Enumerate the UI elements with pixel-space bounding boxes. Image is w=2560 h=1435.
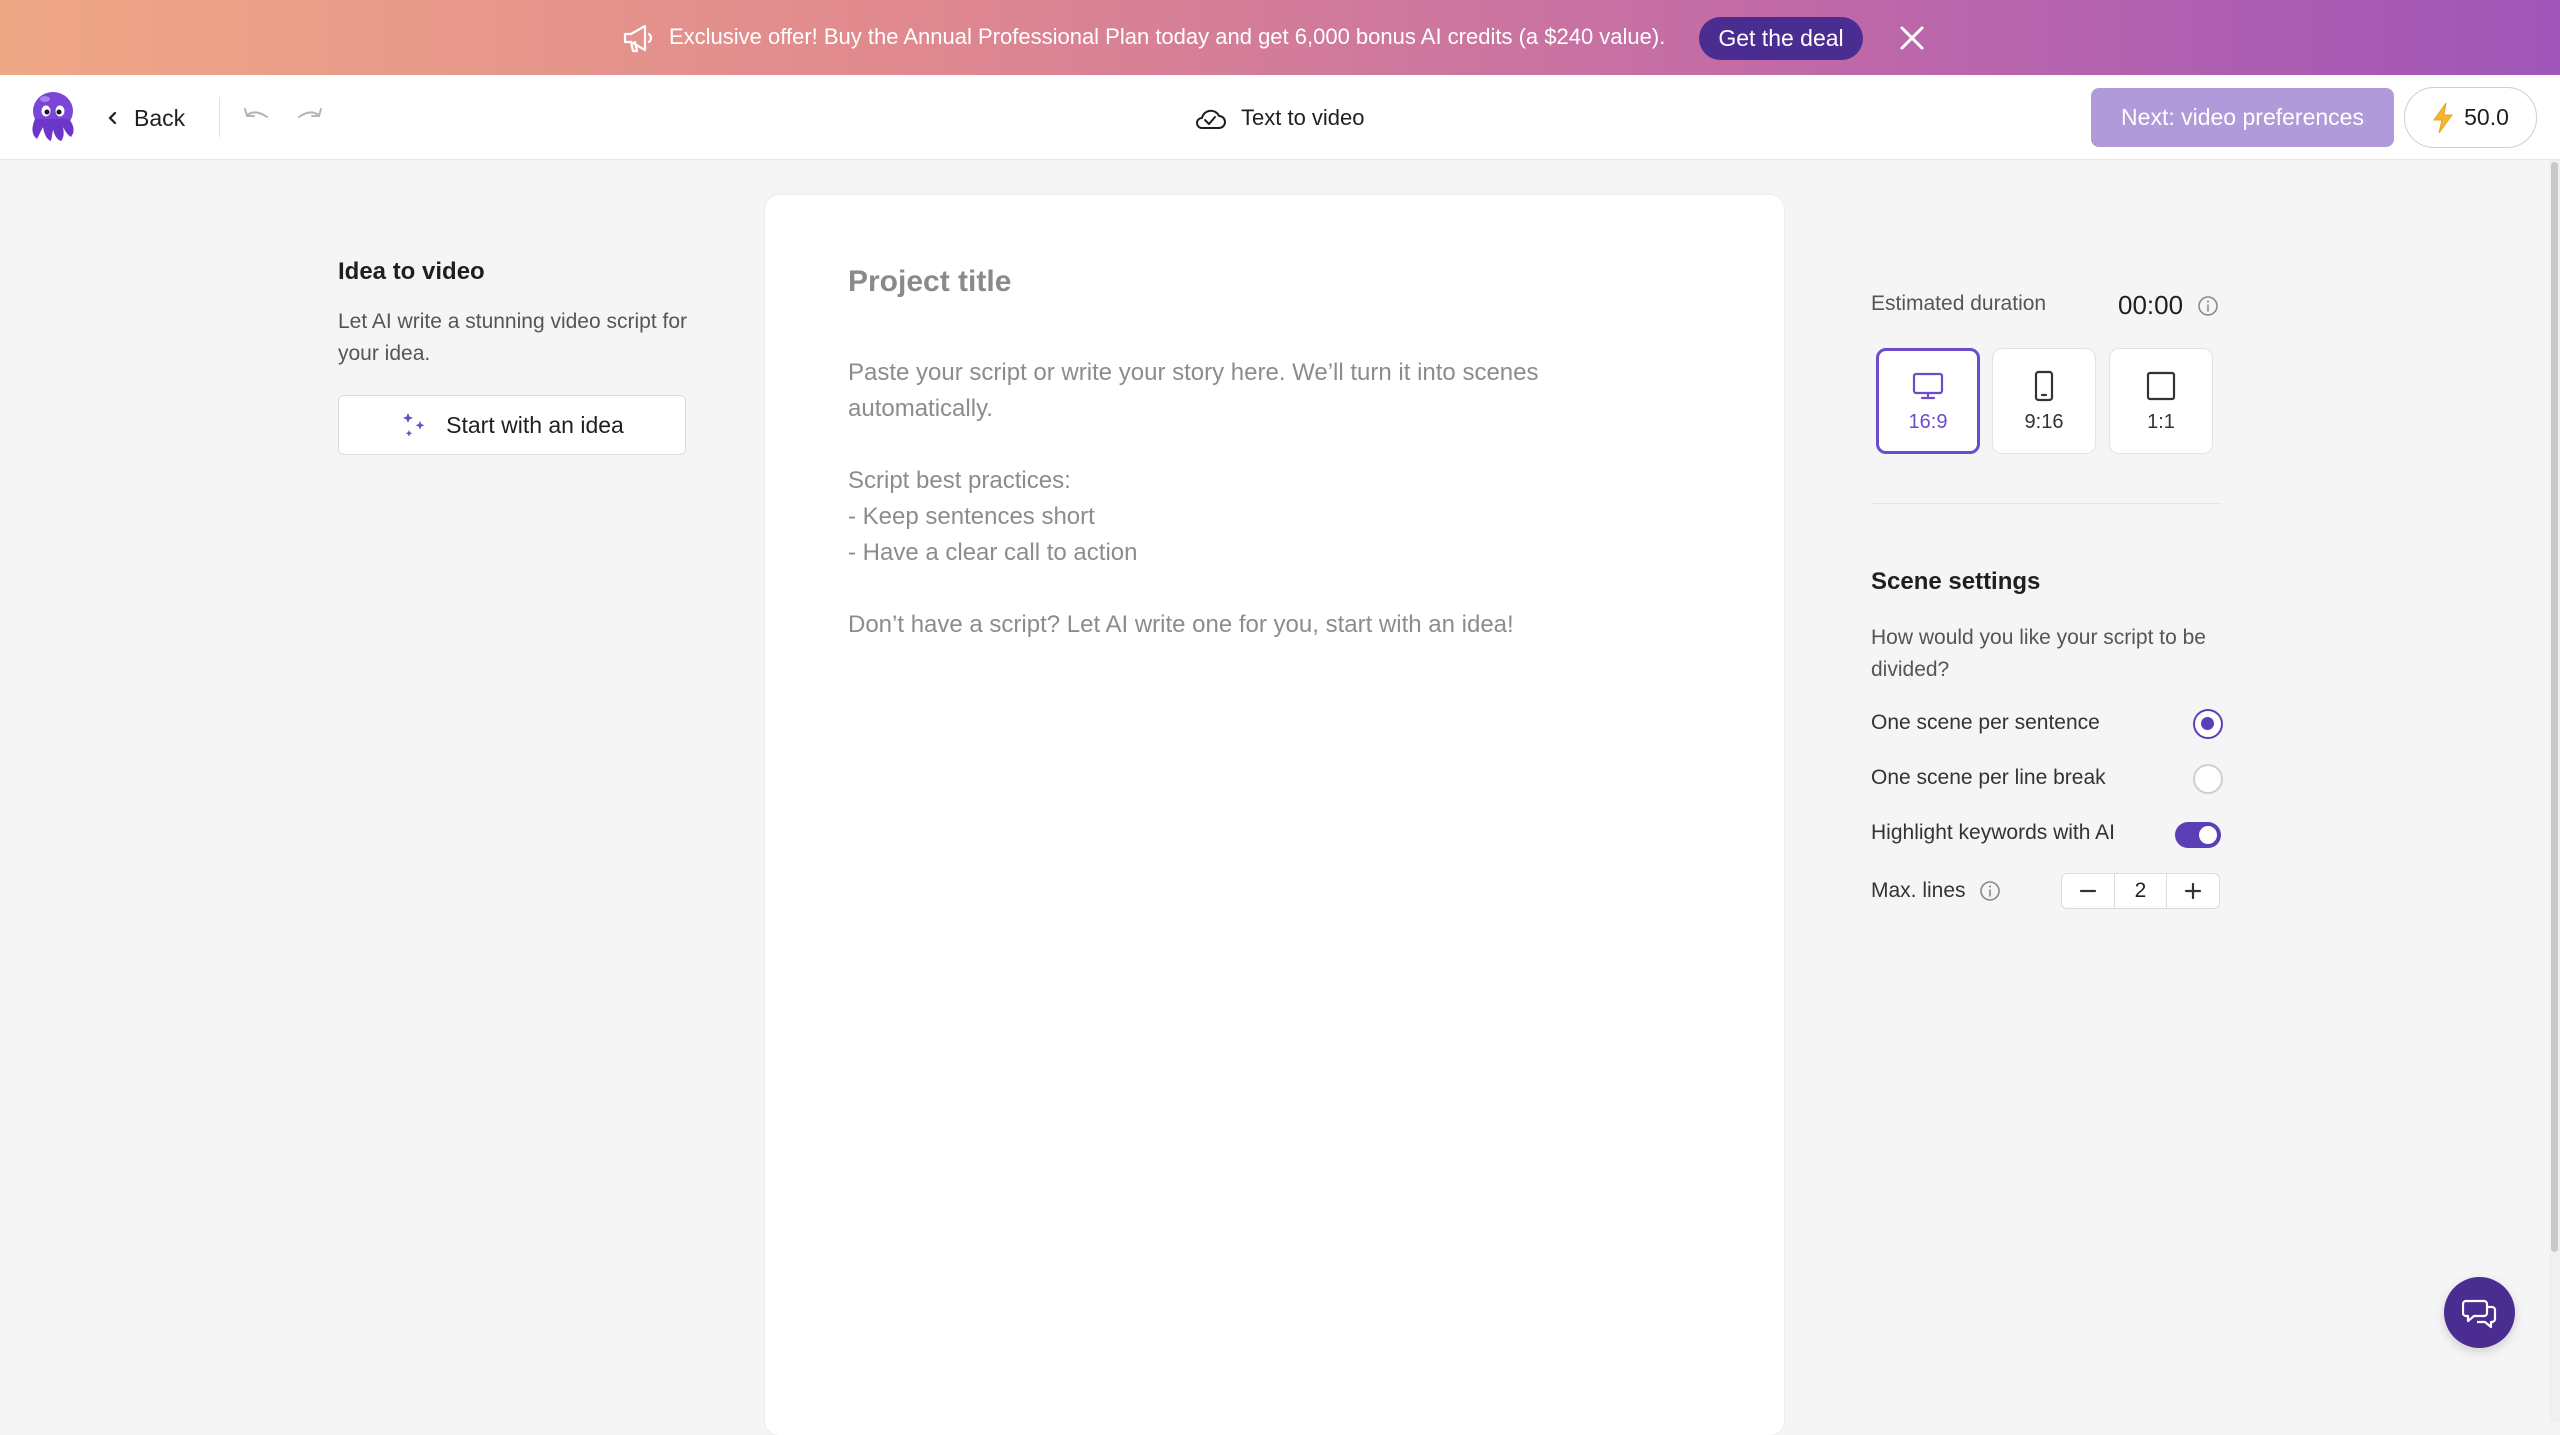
aspect-ratio-label: 1:1 bbox=[2147, 410, 2175, 433]
section-divider bbox=[1871, 503, 2221, 504]
next-video-preferences-button[interactable]: Next: video preferences bbox=[2091, 88, 2394, 147]
script-editor: Project title Paste your script or write… bbox=[765, 195, 1784, 1435]
credits-value: 50.0 bbox=[2464, 104, 2509, 130]
plus-icon bbox=[2184, 882, 2202, 900]
max-lines-stepper: 2 bbox=[2061, 873, 2220, 909]
highlight-keywords-toggle[interactable] bbox=[2175, 822, 2221, 848]
cloud-check-icon bbox=[1196, 109, 1226, 129]
get-deal-button[interactable]: Get the deal bbox=[1699, 17, 1863, 60]
info-icon[interactable] bbox=[1979, 880, 2001, 902]
estimated-duration-value: 00:00 bbox=[2118, 290, 2184, 320]
chevron-left-icon bbox=[108, 111, 117, 125]
max-lines-label: Max. lines bbox=[1871, 879, 1966, 902]
increment-button[interactable] bbox=[2167, 874, 2219, 908]
info-icon[interactable] bbox=[2197, 295, 2219, 317]
highlight-keywords-label: Highlight keywords with AI bbox=[1871, 821, 2115, 844]
idea-to-video-title: Idea to video bbox=[338, 258, 485, 285]
monitor-icon bbox=[1912, 372, 1944, 399]
scrollbar-thumb[interactable] bbox=[2551, 162, 2558, 1252]
megaphone-icon bbox=[623, 24, 653, 53]
lightning-icon bbox=[2433, 102, 2454, 133]
back-button[interactable]: Back bbox=[106, 99, 185, 137]
option-scene-per-sentence-radio[interactable] bbox=[2193, 709, 2223, 739]
estimated-duration-label: Estimated duration bbox=[1871, 292, 2047, 315]
back-label: Back bbox=[134, 104, 186, 131]
chat-support-button[interactable] bbox=[2444, 1277, 2515, 1348]
page-title: Text to video bbox=[1193, 101, 1365, 135]
aspect-ratio-label: 9:16 bbox=[2024, 410, 2064, 433]
top-bar: Back Text to video Next: video preferenc… bbox=[0, 75, 2560, 160]
redo-icon[interactable] bbox=[295, 105, 325, 129]
aspect-ratio-16-9[interactable]: 16:9 bbox=[1876, 348, 1980, 454]
start-with-idea-label: Start with an idea bbox=[446, 411, 624, 438]
idea-to-video-description: Let AI write a stunning video script for… bbox=[338, 310, 688, 365]
promo-text: Exclusive offer! Buy the Annual Professi… bbox=[669, 24, 1666, 49]
aspect-ratio-1-1[interactable]: 1:1 bbox=[2109, 348, 2213, 454]
scene-settings-question: How would you like your script to be div… bbox=[1871, 626, 2206, 681]
start-with-idea-button[interactable]: Start with an idea bbox=[338, 395, 686, 455]
option-scene-per-sentence-label: One scene per sentence bbox=[1871, 711, 2100, 734]
chat-bubbles-icon bbox=[2461, 1299, 2496, 1328]
minus-icon bbox=[2079, 889, 2097, 893]
page-title-text: Text to video bbox=[1241, 105, 1365, 130]
undo-icon[interactable] bbox=[241, 105, 271, 129]
max-lines-value[interactable]: 2 bbox=[2114, 874, 2167, 908]
aspect-ratio-9-16[interactable]: 9:16 bbox=[1992, 348, 2096, 454]
phone-icon bbox=[2034, 370, 2054, 401]
promo-banner: Exclusive offer! Buy the Annual Professi… bbox=[0, 0, 2560, 75]
square-icon bbox=[2146, 371, 2176, 400]
credits-badge[interactable]: 50.0 bbox=[2404, 87, 2537, 148]
option-scene-per-linebreak-label: One scene per line break bbox=[1871, 766, 2106, 789]
project-title-input[interactable]: Project title bbox=[848, 265, 1011, 299]
script-textarea[interactable]: Paste your script or write your story he… bbox=[848, 355, 1648, 643]
aspect-ratio-label: 16:9 bbox=[1908, 410, 1948, 433]
decrement-button[interactable] bbox=[2062, 874, 2114, 908]
option-scene-per-linebreak-radio[interactable] bbox=[2193, 764, 2223, 794]
scene-settings-title: Scene settings bbox=[1871, 568, 2041, 595]
close-icon[interactable] bbox=[1898, 24, 1926, 52]
toolbar-divider bbox=[219, 97, 220, 137]
octopus-logo-icon[interactable] bbox=[26, 89, 80, 145]
sparkle-icon bbox=[403, 413, 425, 437]
